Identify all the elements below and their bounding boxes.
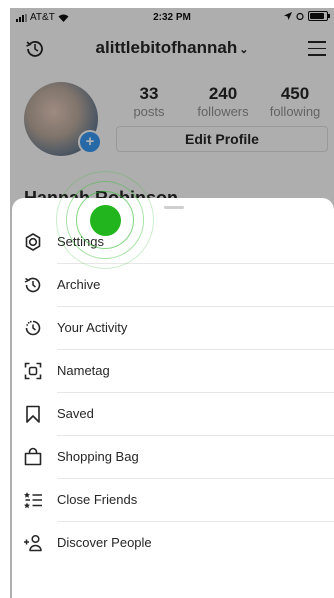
menu-item-your-activity[interactable]: Your Activity xyxy=(12,307,334,350)
menu-item-label: Shopping Bag xyxy=(57,449,139,464)
shopping-bag-icon xyxy=(24,447,42,466)
menu-item-label: Your Activity xyxy=(57,320,128,335)
archive-icon xyxy=(24,277,41,293)
phone-screen: AT&T 2:32 PM alittlebitofhannah ⌄ + 33 po… xyxy=(10,8,334,598)
gear-icon xyxy=(25,233,41,251)
discover-people-icon xyxy=(24,534,42,552)
options-sheet: Settings Archive Your Activity Nametag S… xyxy=(12,198,334,598)
menu-item-label: Archive xyxy=(57,277,101,292)
nametag-icon xyxy=(24,362,42,380)
touch-indicator xyxy=(90,205,121,236)
sheet-drag-handle[interactable] xyxy=(164,206,184,209)
menu-item-label: Close Friends xyxy=(57,492,138,507)
menu-item-saved[interactable]: Saved xyxy=(12,393,334,436)
bookmark-icon xyxy=(26,405,40,423)
menu-item-archive[interactable]: Archive xyxy=(12,264,334,307)
menu-item-label: Saved xyxy=(57,406,94,421)
close-friends-icon xyxy=(24,492,42,509)
activity-icon xyxy=(25,320,41,336)
menu-item-discover-people[interactable]: Discover People xyxy=(12,522,334,565)
menu-item-label: Nametag xyxy=(57,363,110,378)
menu-item-nametag[interactable]: Nametag xyxy=(12,350,334,393)
menu-item-label: Discover People xyxy=(57,535,152,550)
menu-item-close-friends[interactable]: Close Friends xyxy=(12,479,334,522)
menu-item-shopping-bag[interactable]: Shopping Bag xyxy=(12,436,334,479)
